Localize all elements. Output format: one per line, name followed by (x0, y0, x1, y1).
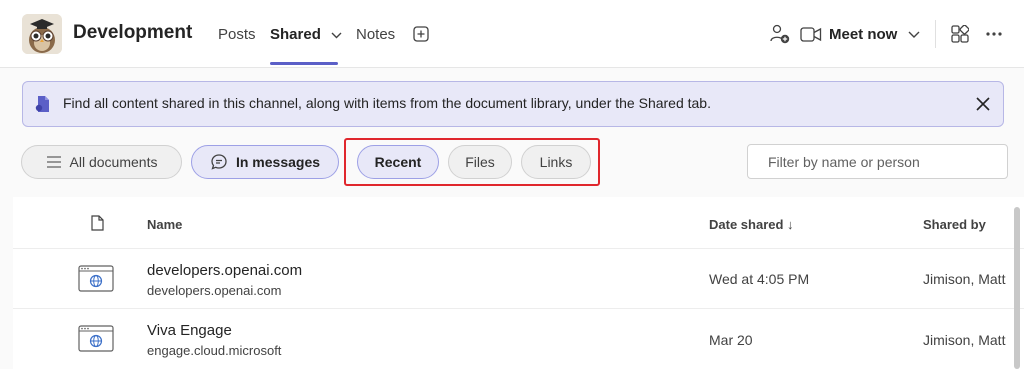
in-messages-label: In messages (235, 154, 321, 170)
row-subtitle: developers.openai.com (147, 283, 282, 298)
column-header-name[interactable]: Name (147, 217, 182, 232)
chevron-down-icon (331, 32, 342, 39)
column-header-shared-by[interactable]: Shared by (923, 217, 986, 232)
list-icon (46, 156, 61, 168)
all-documents-label: All documents (69, 154, 158, 170)
video-camera-icon[interactable] (800, 27, 822, 42)
files-filter-button[interactable]: Files (448, 145, 512, 179)
tab-posts[interactable]: Posts (218, 26, 256, 43)
shared-content-table: Name Date shared ↓ Shared by developers.… (13, 197, 1024, 369)
row-divider (13, 308, 1024, 309)
row-shared-by: Jimison, Matt (923, 332, 1006, 348)
row-title[interactable]: Viva Engage (147, 322, 232, 339)
all-documents-button[interactable]: All documents (21, 145, 182, 179)
row-shared-by: Jimison, Matt (923, 271, 1006, 287)
tab-notes[interactable]: Notes (356, 26, 395, 43)
apps-icon[interactable] (951, 25, 969, 43)
link-globe-icon (78, 325, 114, 352)
info-banner: Find all content shared in this channel,… (22, 81, 1004, 127)
banner-text: Find all content shared in this channel,… (63, 95, 711, 111)
links-filter-button[interactable]: Links (521, 145, 591, 179)
channel-header: Development Posts Shared Notes Meet now (0, 0, 1024, 68)
header-divider (935, 20, 936, 48)
in-messages-button[interactable]: In messages (191, 145, 339, 179)
link-globe-icon (78, 265, 114, 292)
close-icon[interactable] (975, 96, 991, 112)
file-icon (91, 215, 104, 231)
filter-search-input[interactable] (747, 144, 1008, 179)
meet-now-chevron-icon[interactable] (908, 31, 920, 39)
people-add-icon[interactable] (769, 24, 791, 44)
meet-now-button[interactable]: Meet now (829, 26, 897, 43)
column-header-date-shared[interactable]: Date shared ↓ (709, 217, 794, 232)
channel-title: Development (73, 22, 193, 43)
vertical-scrollbar[interactable] (1014, 207, 1020, 369)
row-date-shared: Wed at 4:05 PM (709, 271, 810, 287)
shared-document-icon (35, 96, 49, 112)
tab-shared-label: Shared (270, 26, 321, 43)
active-tab-indicator (270, 62, 338, 65)
chat-icon (211, 154, 227, 170)
tab-shared[interactable]: Shared (270, 26, 342, 43)
channel-avatar[interactable] (22, 14, 62, 54)
row-subtitle: engage.cloud.microsoft (147, 343, 282, 358)
row-title[interactable]: developers.openai.com (147, 262, 302, 279)
row-divider (13, 248, 1024, 249)
add-tab-icon[interactable] (413, 26, 429, 42)
recent-filter-button[interactable]: Recent (357, 145, 439, 179)
more-icon[interactable] (986, 32, 1002, 36)
owl-icon (22, 14, 62, 54)
row-date-shared: Mar 20 (709, 332, 753, 348)
